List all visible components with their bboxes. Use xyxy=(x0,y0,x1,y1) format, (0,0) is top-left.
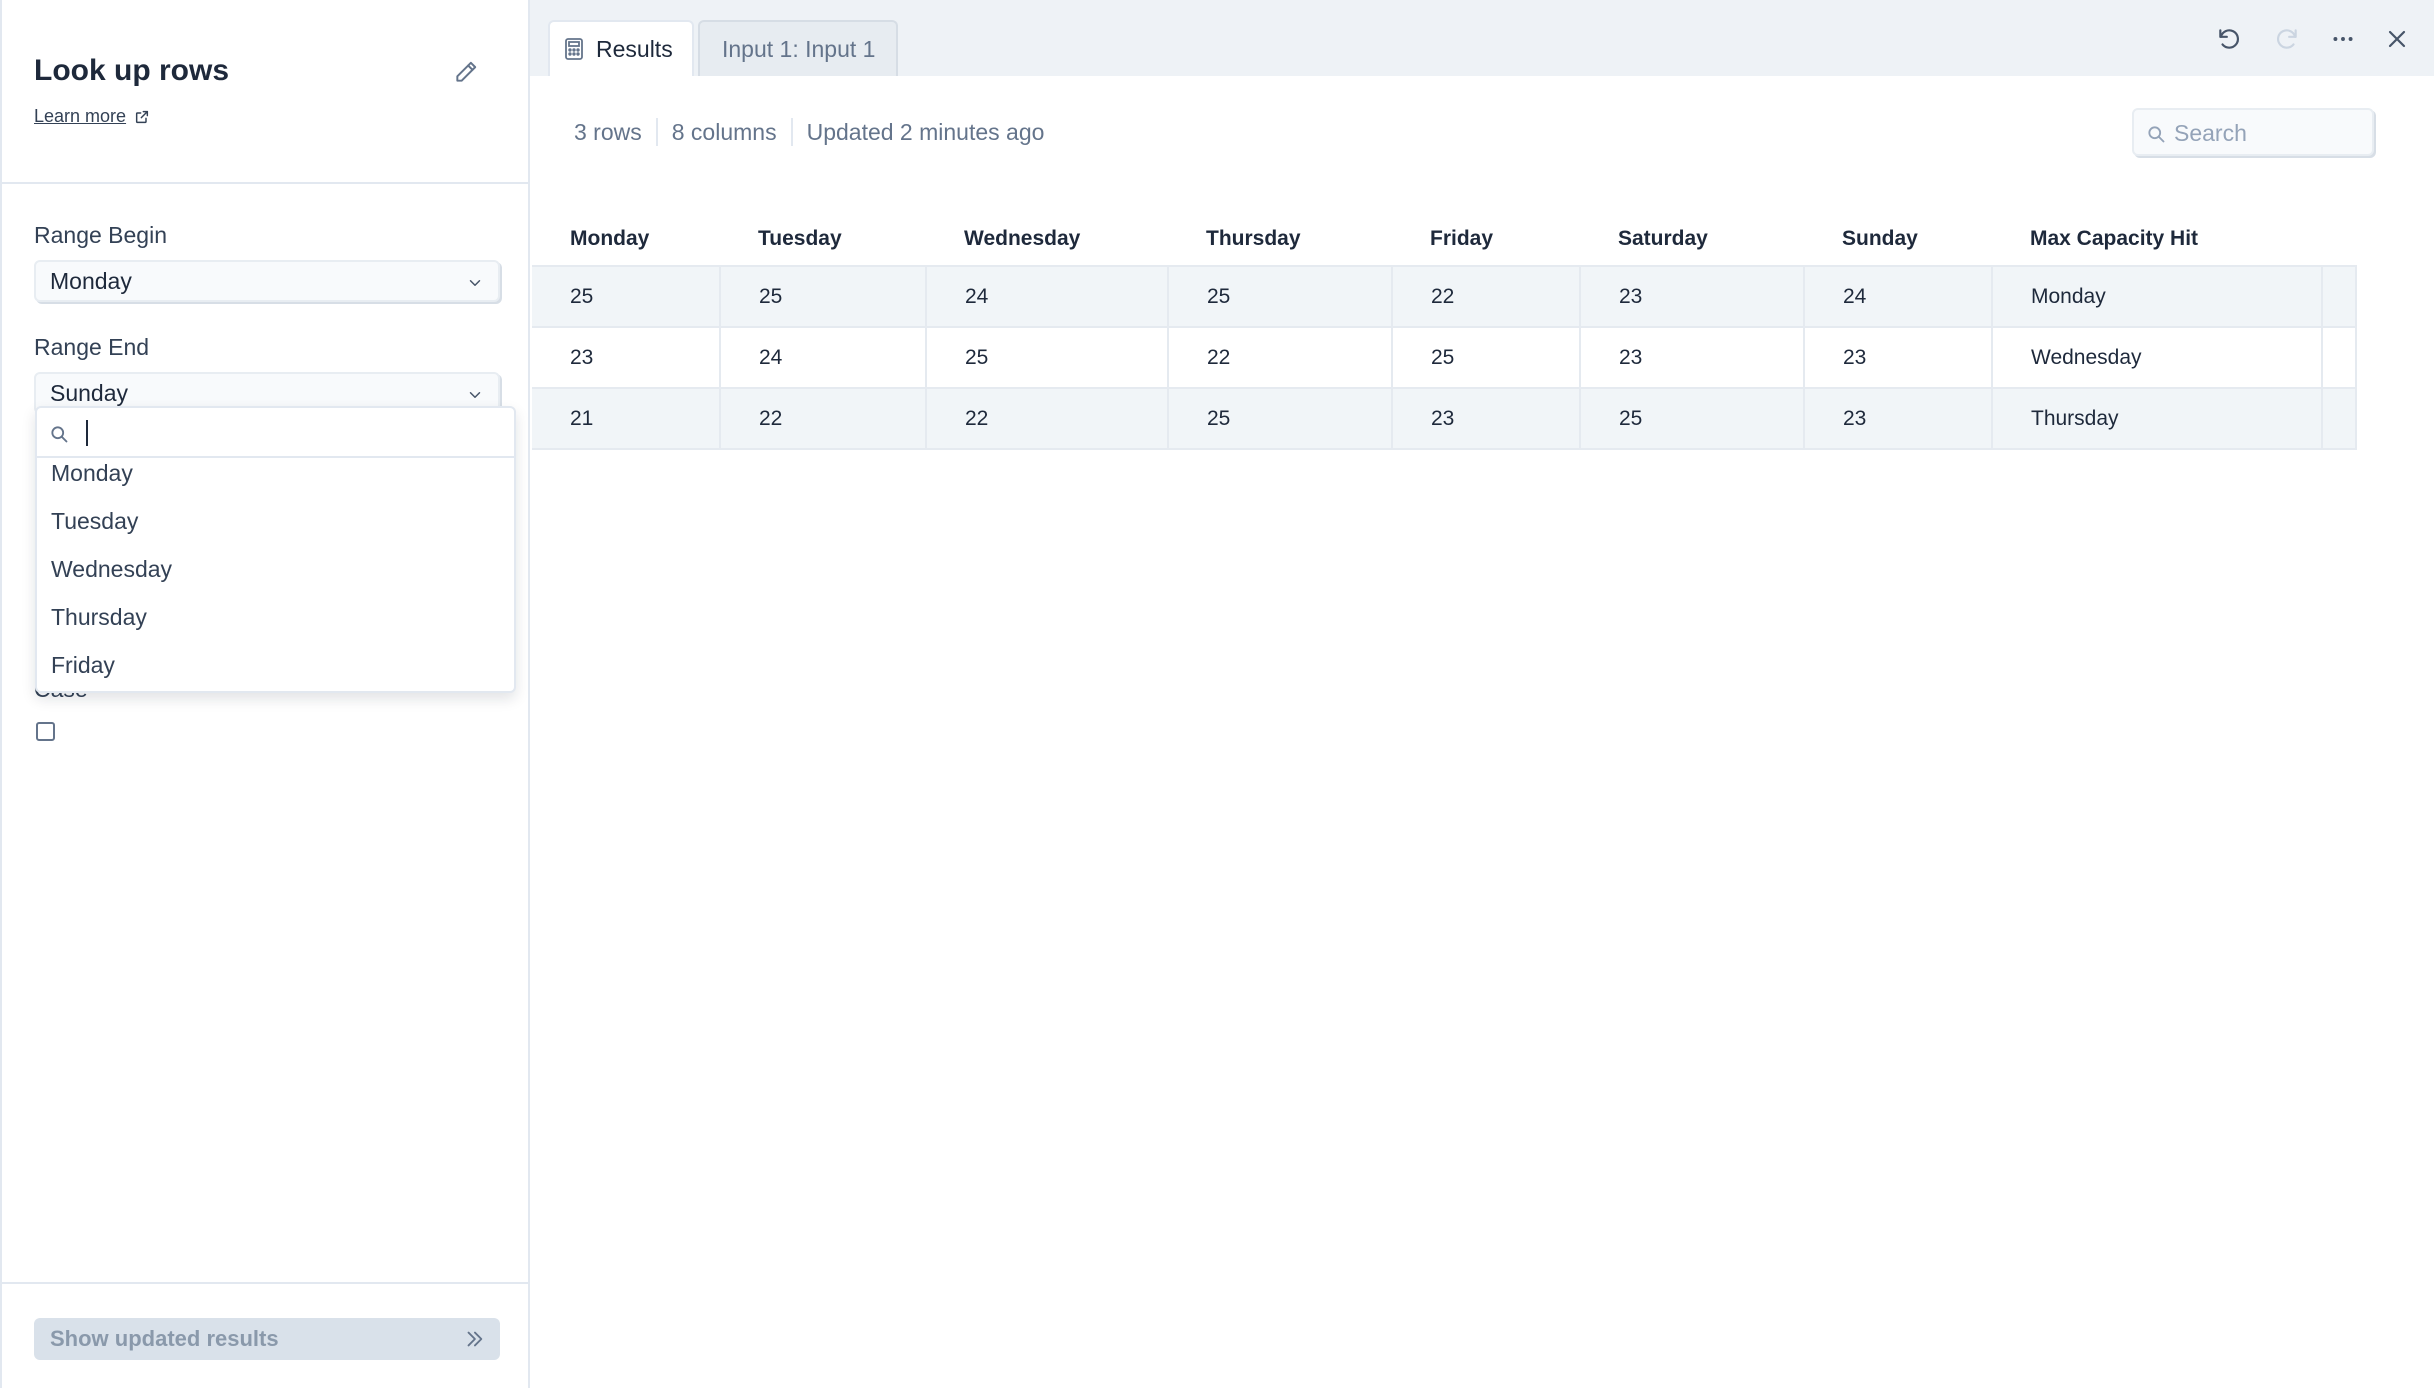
column-header[interactable]: Thursday xyxy=(1168,212,1392,267)
tab-results-label: Results xyxy=(596,35,673,62)
more-horizontal-icon xyxy=(2333,37,2353,41)
table-cell: 24 xyxy=(1804,266,1993,328)
column-count: 8 columns xyxy=(671,118,777,145)
calculator-icon xyxy=(565,38,583,60)
table-cell: 22 xyxy=(1392,266,1581,328)
range-end-dropdown: Monday Tuesday Wednesday Thursday Friday xyxy=(35,406,516,693)
row-count: 3 rows xyxy=(574,118,642,145)
double-chevron-right-icon xyxy=(467,1331,483,1347)
table-cell-spacer xyxy=(2322,327,2357,389)
table-cell: 23 xyxy=(1804,327,1993,389)
range-end-label: Range End xyxy=(34,334,150,360)
case-checkbox[interactable] xyxy=(36,722,55,741)
search-input[interactable] xyxy=(2174,116,2364,150)
chevron-down-icon xyxy=(469,280,481,286)
column-header-spacer xyxy=(2322,212,2356,267)
table-cell: 22 xyxy=(720,388,927,450)
table-cell: 25 xyxy=(532,266,721,328)
table-cell: 25 xyxy=(1392,327,1581,389)
table-cell: 23 xyxy=(1392,388,1581,450)
dropdown-option-tuesday[interactable]: Tuesday xyxy=(51,508,138,535)
chevron-down-icon xyxy=(469,392,481,398)
table-header-row: Monday Tuesday Wednesday Thursday Friday… xyxy=(532,212,2356,267)
close-icon xyxy=(2388,30,2406,48)
pencil-icon xyxy=(456,61,477,82)
table-cell: 24 xyxy=(720,327,927,389)
column-header[interactable]: Saturday xyxy=(1580,212,1804,267)
table-cell: Monday xyxy=(1992,266,2323,328)
table-cell: 23 xyxy=(1804,388,1993,450)
learn-more-link[interactable]: Learn more xyxy=(34,106,150,127)
column-header[interactable]: Friday xyxy=(1392,212,1580,267)
table-cell: 23 xyxy=(532,327,721,389)
table-cell: Wednesday xyxy=(1992,327,2323,389)
column-header[interactable]: Monday xyxy=(532,212,720,267)
dropdown-search-input[interactable] xyxy=(81,416,501,448)
table-row: 25 25 24 25 22 23 24 Monday xyxy=(532,266,2357,328)
results-top-bar: Results Input 1: Input 1 xyxy=(530,0,2434,76)
dropdown-option-thursday[interactable]: Thursday xyxy=(51,604,147,631)
table-cell-spacer xyxy=(2322,388,2357,450)
results-table: Monday Tuesday Wednesday Thursday Friday… xyxy=(532,212,2357,450)
show-updated-results-button[interactable]: Show updated results xyxy=(34,1318,500,1360)
updated-time: Updated 2 minutes ago xyxy=(806,118,1045,145)
learn-more-label: Learn more xyxy=(34,106,127,126)
table-cell: 23 xyxy=(1580,327,1805,389)
table-cell: 23 xyxy=(1580,266,1805,328)
table-row: 23 24 25 22 25 23 23 Wednesday xyxy=(532,327,2357,389)
range-begin-label: Range Begin xyxy=(34,222,167,248)
tab-results[interactable]: Results xyxy=(548,20,694,76)
table-cell: 22 xyxy=(1168,327,1393,389)
range-end-value: Sunday xyxy=(50,379,129,406)
search-icon xyxy=(2148,126,2165,143)
close-button[interactable] xyxy=(2382,24,2412,54)
results-search xyxy=(2132,108,2374,156)
table-cell-spacer xyxy=(2322,266,2357,328)
config-panel: Look up rows Learn more Range Begin Mond… xyxy=(0,0,530,1388)
redo-icon xyxy=(2277,29,2297,49)
table-row: 21 22 22 25 23 25 23 Thursday xyxy=(532,388,2357,450)
search-icon xyxy=(51,426,68,443)
table-cell: 22 xyxy=(926,388,1169,450)
dropdown-option-monday[interactable]: Monday xyxy=(51,460,133,487)
column-header[interactable]: Max Capacity Hit xyxy=(1992,212,2322,267)
dropdown-option-friday[interactable]: Friday xyxy=(51,652,115,679)
column-header[interactable]: Tuesday xyxy=(720,212,926,267)
meta-divider xyxy=(655,118,658,146)
panel-title: Look up rows xyxy=(34,54,229,87)
show-updated-results-label: Show updated results xyxy=(50,1326,279,1351)
meta-divider xyxy=(790,118,793,146)
table-cell: 25 xyxy=(720,266,927,328)
panel-header: Look up rows Learn more xyxy=(2,0,530,184)
table-cell: 25 xyxy=(1168,388,1393,450)
tab-input-1-label: Input 1: Input 1 xyxy=(722,35,876,62)
dropdown-search xyxy=(37,408,514,458)
table-cell: 25 xyxy=(926,327,1169,389)
dropdown-option-wednesday[interactable]: Wednesday xyxy=(51,556,172,583)
text-caret xyxy=(86,420,88,446)
column-header[interactable]: Sunday xyxy=(1804,212,1992,267)
panel-footer: Show updated results xyxy=(2,1282,530,1388)
redo-button[interactable] xyxy=(2272,24,2302,54)
table-cell: 24 xyxy=(926,266,1169,328)
table-cell: 25 xyxy=(1168,266,1393,328)
more-options-button[interactable] xyxy=(2328,24,2358,54)
range-begin-select[interactable]: Monday xyxy=(34,260,500,302)
results-meta: 3 rows 8 columns Updated 2 minutes ago xyxy=(574,118,1044,146)
range-begin-value: Monday xyxy=(50,267,132,294)
edit-title-button[interactable] xyxy=(450,56,482,88)
undo-icon xyxy=(2219,29,2239,49)
results-area: 3 rows 8 columns Updated 2 minutes ago M… xyxy=(530,76,2434,1388)
table-cell: 21 xyxy=(532,388,721,450)
external-link-icon xyxy=(135,110,149,123)
undo-button[interactable] xyxy=(2214,24,2244,54)
tab-input-1[interactable]: Input 1: Input 1 xyxy=(698,20,898,76)
table-cell: 25 xyxy=(1580,388,1805,450)
column-header[interactable]: Wednesday xyxy=(926,212,1168,267)
table-cell: Thursday xyxy=(1992,388,2323,450)
